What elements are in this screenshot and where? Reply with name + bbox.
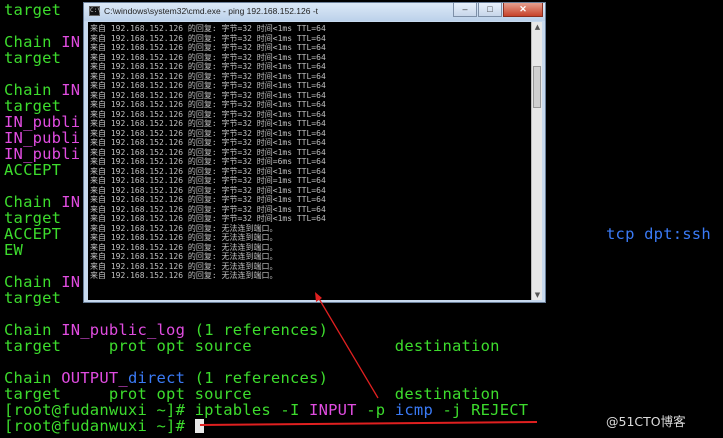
scroll-down-arrow-icon[interactable]: ▼ — [533, 290, 542, 300]
terminal-text: [root@fudanwuxi ~]# — [4, 417, 195, 435]
terminal-line: EW — [4, 242, 23, 258]
ping-reply-line: 来自 192.168.152.126 的回复: 无法连到端口。 — [90, 242, 278, 252]
terminal-line: target prot opt source destination — [4, 338, 500, 354]
ping-reply-line: 来自 192.168.152.126 的回复: 字节=32 时间<1ms TTL… — [90, 62, 326, 71]
cmd-icon: C:\ — [89, 6, 101, 16]
ping-reply-line: 来自 192.168.152.126 的回复: 字节=32 时间<1ms TTL… — [90, 109, 326, 119]
ping-reply-line: 来自 192.168.152.126 的回复: 无法连到端口。 — [90, 252, 278, 261]
scroll-up-arrow-icon[interactable]: ▲ — [533, 22, 542, 32]
cmd-window-title: C:\windows\system32\cmd.exe - ping 192.1… — [104, 6, 319, 16]
ping-reply-line: 来自 192.168.152.126 的回复: 无法连到端口。 — [90, 261, 278, 271]
minimize-button[interactable]: – — [453, 3, 477, 17]
ping-reply-line: 来自 192.168.152.126 的回复: 字节=32 时间<1ms TTL… — [90, 90, 326, 100]
ping-reply-line: 来自 192.168.152.126 的回复: 字节=32 时间<1ms TTL… — [90, 43, 326, 52]
terminal-line: target — [4, 210, 61, 226]
terminal-text-tcp-ssh: tcp dpt:ssh — [606, 225, 711, 243]
cmd-scrollbar[interactable]: ▲ ▼ — [531, 22, 542, 300]
ping-reply-line: 来自 192.168.152.126 的回复: 字节=32 时间=6ms TTL… — [90, 157, 326, 166]
terminal-cursor — [194, 419, 204, 433]
ping-reply-line: 来自 192.168.152.126 的回复: 无法连到端口。 — [90, 223, 278, 233]
terminal-text: iptables -I — [194, 401, 310, 419]
ping-reply-line: 来自 192.168.152.126 的回复: 字节=32 时间<1ms TTL… — [90, 33, 326, 43]
ping-reply-line: 来自 192.168.152.126 的回复: 字节=32 时间<1ms TTL… — [90, 100, 326, 109]
ping-reply-line: 来自 192.168.152.126 的回复: 字节=32 时间=1ms TTL… — [90, 176, 326, 185]
terminal-line: Chain IN — [4, 34, 80, 50]
terminal-text: target — [4, 289, 62, 307]
terminal-line: target prot opt source destination — [4, 386, 500, 402]
ping-reply-line: 来自 192.168.152.126 的回复: 字节=32 时间<1ms TTL… — [90, 185, 326, 195]
terminal-text: IN — [61, 81, 81, 99]
watermark: @51CTO博客 — [606, 414, 686, 429]
terminal-text: target prot opt source destination — [4, 337, 500, 355]
terminal-line: [root@fudanwuxi ~]# — [4, 418, 204, 434]
ping-reply-line: 来自 192.168.152.126 的回复: 字节=32 时间<1ms TTL… — [90, 195, 326, 204]
terminal-text: -p — [356, 401, 395, 419]
ping-reply-line: 来自 192.168.152.126 的回复: 字节=32 时间<1ms TTL… — [90, 128, 326, 138]
terminal-line: ACCEPT — [4, 162, 61, 178]
ping-reply-line: 来自 192.168.152.126 的回复: 字节=32 时间<1ms TTL… — [90, 24, 326, 33]
terminal-text: ACCEPT — [4, 161, 62, 179]
ping-reply-line: 来自 192.168.152.126 的回复: 无法连到端口。 — [90, 271, 278, 280]
ping-reply-line: 来自 192.168.152.126 的回复: 字节=32 时间<1ms TTL… — [90, 214, 326, 223]
terminal-line: target — [4, 50, 61, 66]
terminal-line: target — [4, 2, 61, 18]
maximize-button[interactable]: □ — [478, 3, 502, 17]
close-button[interactable]: ✕ — [503, 3, 543, 17]
terminal-line: Chain IN_public_log (1 references) — [4, 322, 328, 338]
ping-reply-line: 来自 192.168.152.126 的回复: 字节=32 时间<1ms TTL… — [90, 138, 326, 147]
terminal-text: IN — [61, 273, 81, 291]
terminal-line: IN_publi — [4, 146, 80, 162]
ping-reply-line: 来自 192.168.152.126 的回复: 字节=32 时间<1ms TTL… — [90, 71, 326, 81]
ping-reply-line: 来自 192.168.152.126 的回复: 字节=32 时间<1ms TTL… — [90, 166, 326, 176]
terminal-line: ACCEPT — [4, 226, 61, 242]
terminal-text: target — [4, 49, 62, 67]
terminal-text: INPUT — [309, 401, 357, 419]
cmd-window[interactable]: C:\ C:\windows\system32\cmd.exe - ping 1… — [83, 2, 546, 303]
terminal-line: Chain IN — [4, 82, 80, 98]
terminal-text: target — [4, 1, 62, 19]
terminal-text: -j REJECT — [432, 401, 529, 419]
terminal-text: IN — [61, 193, 81, 211]
ping-reply-line: 来自 192.168.152.126 的回复: 字节=32 时间<1ms TTL… — [90, 119, 326, 128]
ping-reply-line: 来自 192.168.152.126 的回复: 字节=32 时间<1ms TTL… — [90, 204, 326, 214]
terminal-line: target — [4, 98, 61, 114]
terminal-text: icmp — [394, 401, 433, 419]
terminal-text: IN — [61, 33, 81, 51]
terminal-line: Chain IN — [4, 194, 80, 210]
terminal-text: EW — [4, 241, 24, 259]
terminal-line: Chain OUTPUT_direct (1 references) — [4, 370, 328, 386]
scroll-thumb[interactable] — [533, 66, 541, 108]
ping-reply-line: 来自 192.168.152.126 的回复: 字节=32 时间<1ms TTL… — [90, 52, 326, 62]
cmd-output[interactable]: 来自 192.168.152.126 的回复: 字节=32 时间<1ms TTL… — [88, 22, 531, 300]
terminal-line: IN_publi — [4, 114, 80, 130]
ping-reply-line: 来自 192.168.152.126 的回复: 无法连到端口。 — [90, 233, 278, 242]
terminal-line: [root@fudanwuxi ~]# iptables -I INPUT -p… — [4, 402, 528, 418]
terminal-line: target — [4, 290, 61, 306]
ping-reply-line: 来自 192.168.152.126 的回复: 字节=32 时间<1ms TTL… — [90, 81, 326, 90]
terminal-line: Chain IN — [4, 274, 80, 290]
ping-reply-line: 来自 192.168.152.126 的回复: 字节=32 时间<1ms TTL… — [90, 147, 326, 157]
terminal-line: IN_publi — [4, 130, 80, 146]
cmd-titlebar[interactable]: C:\ C:\windows\system32\cmd.exe - ping 1… — [84, 3, 545, 21]
